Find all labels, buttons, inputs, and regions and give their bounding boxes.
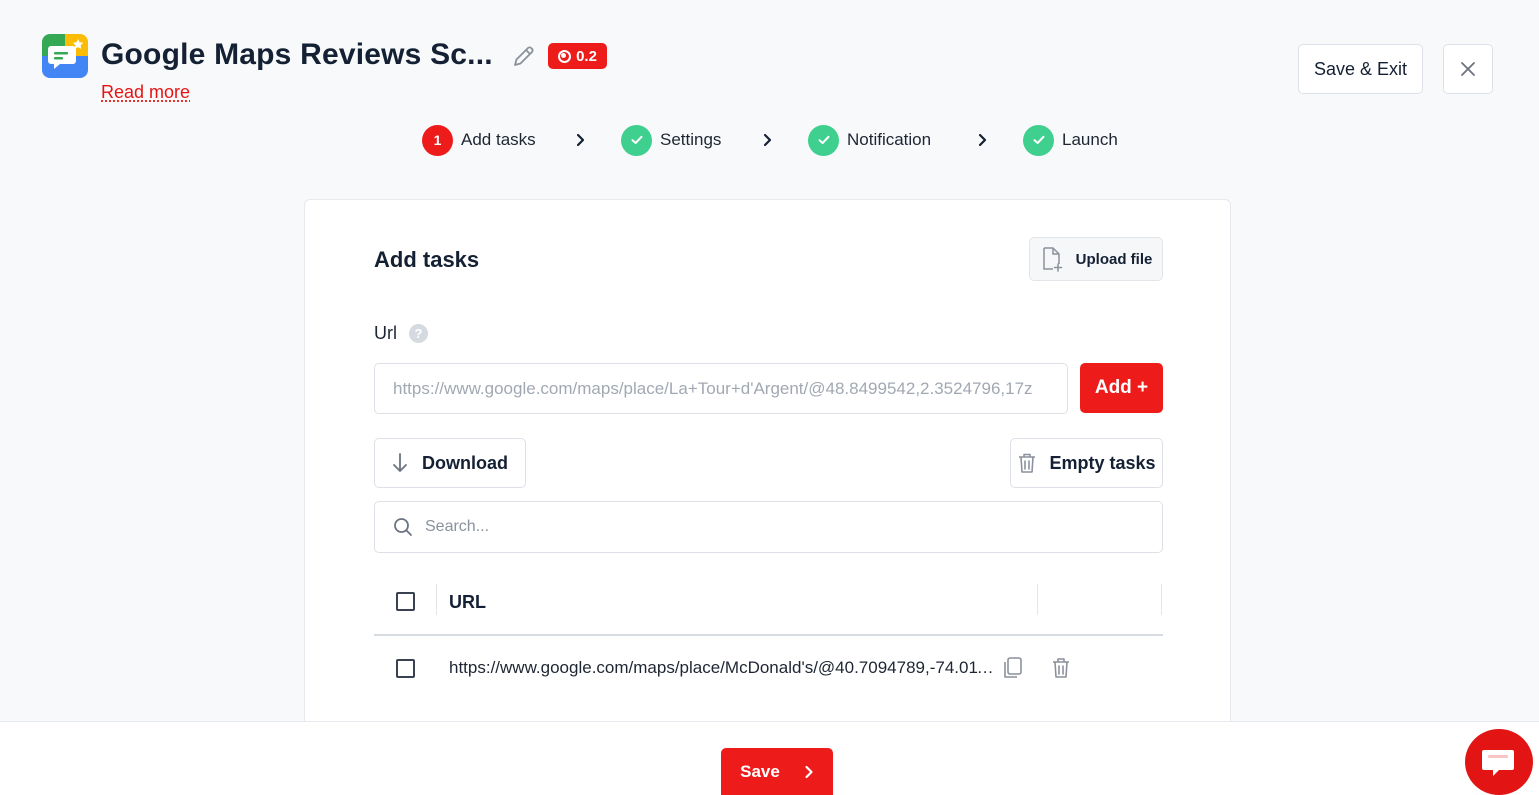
- table-header: URL: [374, 584, 1163, 636]
- save-button[interactable]: Save: [721, 748, 833, 795]
- column-divider: [1037, 584, 1038, 615]
- footer-bar: Save: [0, 721, 1539, 795]
- chevron-right-icon: [978, 133, 987, 147]
- step-label: Settings: [660, 130, 722, 149]
- card-title: Add tasks: [374, 247, 480, 272]
- record-dot-icon: [558, 49, 572, 63]
- search-input[interactable]: [425, 518, 1125, 536]
- save-and-exit-button[interactable]: Save & Exit: [1298, 44, 1423, 94]
- app-logo-icon: [42, 34, 88, 78]
- empty-tasks-button[interactable]: Empty tasks: [1010, 438, 1163, 488]
- step-settings[interactable]: Settings: [621, 124, 721, 156]
- stepper: 1 Add tasks Settings Notification Launch: [0, 124, 1539, 156]
- save-label: Save: [740, 762, 780, 781]
- help-icon[interactable]: ?: [409, 324, 428, 343]
- row-checkbox[interactable]: [396, 659, 415, 678]
- add-url-button[interactable]: Add +: [1080, 363, 1163, 413]
- close-button[interactable]: [1443, 44, 1493, 94]
- column-header-url[interactable]: URL: [449, 592, 486, 613]
- check-icon: [621, 124, 652, 156]
- chevron-right-icon: [805, 765, 813, 779]
- search-box: [374, 501, 1163, 553]
- copy-icon[interactable]: [1002, 656, 1024, 680]
- chevron-right-icon: [763, 133, 772, 147]
- file-upload-icon: [1042, 247, 1062, 272]
- download-button[interactable]: Download: [374, 438, 526, 488]
- table-row: https://www.google.com/maps/place/McDona…: [374, 638, 1163, 698]
- step-label: Launch: [1062, 130, 1118, 149]
- read-more-link[interactable]: Read more: [101, 82, 190, 103]
- download-label: Download: [422, 452, 508, 473]
- step-notification[interactable]: Notification: [808, 124, 931, 156]
- url-input[interactable]: [374, 363, 1068, 414]
- check-icon: [1023, 124, 1054, 156]
- arrow-down-icon: [393, 453, 407, 472]
- step-number-badge: 1: [422, 124, 453, 156]
- chat-icon: [1482, 750, 1514, 776]
- step-add-tasks[interactable]: 1 Add tasks: [422, 124, 536, 156]
- chat-widget-button[interactable]: [1465, 729, 1533, 795]
- url-field-label: Url ?: [374, 323, 428, 344]
- upload-file-button[interactable]: Upload file: [1029, 237, 1163, 281]
- column-divider: [1161, 584, 1162, 615]
- chevron-right-icon: [576, 133, 585, 147]
- select-all-checkbox[interactable]: [396, 592, 415, 611]
- close-icon: [1461, 62, 1475, 76]
- empty-tasks-label: Empty tasks: [1049, 452, 1156, 473]
- version-label: 0.2: [576, 47, 597, 65]
- pencil-edit-icon[interactable]: [511, 43, 537, 69]
- version-badge: 0.2: [548, 43, 607, 69]
- trash-icon: [1019, 453, 1036, 473]
- url-label-text: Url: [374, 323, 397, 343]
- step-label: Add tasks: [461, 130, 536, 149]
- upload-file-label: Upload file: [1075, 250, 1153, 268]
- row-url: https://www.google.com/maps/place/McDona…: [449, 658, 994, 677]
- check-icon: [808, 124, 839, 156]
- step-launch[interactable]: Launch: [1023, 124, 1118, 156]
- step-label: Notification: [847, 130, 932, 149]
- delete-row-icon[interactable]: [1050, 656, 1072, 680]
- search-icon: [394, 518, 412, 536]
- column-divider: [436, 584, 437, 615]
- add-tasks-card: Add tasks Upload file Url ? Add + Downlo…: [304, 199, 1231, 739]
- app-title: Google Maps Reviews Sc...: [101, 38, 493, 71]
